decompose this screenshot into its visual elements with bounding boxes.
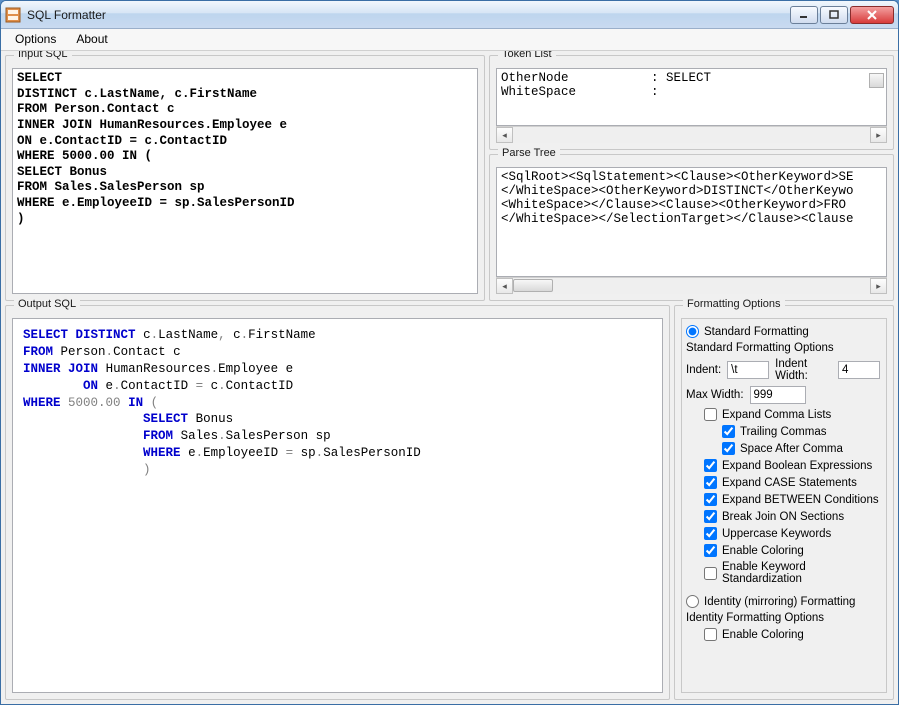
minimize-button[interactable] <box>790 6 818 24</box>
chk-kw-standardization[interactable] <box>704 567 717 580</box>
parsetree-h-scrollbar[interactable]: ◂ ▸ <box>496 277 887 294</box>
radio-standard-formatting[interactable] <box>686 325 699 338</box>
chk-expand-comma[interactable] <box>704 408 717 421</box>
pad1 <box>569 71 652 85</box>
expand-between-label: Expand BETWEEN Conditions <box>722 494 879 506</box>
indent-input[interactable] <box>727 361 769 379</box>
formatting-options-legend: Formatting Options <box>683 298 785 310</box>
chk-identity-coloring[interactable] <box>704 628 717 641</box>
token-row1-val: : SELECT <box>651 71 711 85</box>
token-list-legend: Token List <box>498 51 556 60</box>
chk-uppercase-kw[interactable] <box>704 527 717 540</box>
maximize-button[interactable] <box>820 6 848 24</box>
radio-identity-formatting[interactable] <box>686 595 699 608</box>
options-scroll[interactable]: Standard Formatting Standard Formatting … <box>681 318 887 693</box>
window-title: SQL Formatter <box>27 8 790 22</box>
content-area: Input SQL SELECT DISTINCT c.LastName, c.… <box>1 51 898 704</box>
parse-tree-panel: Parse Tree <SqlRoot><SqlStatement><Claus… <box>489 154 894 301</box>
indent-label: Indent: <box>686 364 721 376</box>
parse-tree-body[interactable]: <SqlRoot><SqlStatement><Clause><OtherKey… <box>496 167 887 277</box>
parse-tree-text: <SqlRoot><SqlStatement><Clause><OtherKey… <box>501 170 854 226</box>
identity-formatting-label: Identity (mirroring) Formatting <box>704 596 855 608</box>
token-row2-key: WhiteSpace <box>501 85 576 99</box>
max-width-label: Max Width: <box>686 389 744 401</box>
token-row2-val: : <box>651 85 659 99</box>
tokenlist-h-scrollbar[interactable]: ◂ ▸ <box>496 126 887 143</box>
scroll-left-icon[interactable]: ◂ <box>496 278 513 294</box>
pad2 <box>576 85 651 99</box>
token-list-panel: Token List OtherNode : SELECT WhiteSpace… <box>489 55 894 150</box>
menubar: Options About <box>1 29 898 51</box>
token-row1-key: OtherNode <box>501 71 569 85</box>
max-width-input[interactable] <box>750 386 806 404</box>
chk-break-join[interactable] <box>704 510 717 523</box>
expand-bool-label: Expand Boolean Expressions <box>722 460 872 472</box>
indent-width-label: Indent Width: <box>775 358 832 382</box>
window-buttons <box>790 6 894 24</box>
identity-coloring-label: Enable Coloring <box>722 629 804 641</box>
menu-options[interactable]: Options <box>5 29 66 50</box>
indent-width-input[interactable] <box>838 361 880 379</box>
kw-standardization-label: Enable Keyword Standardization <box>722 561 880 585</box>
close-button[interactable] <box>850 6 894 24</box>
chk-space-after-comma[interactable] <box>722 442 735 455</box>
scroll-right-icon[interactable]: ▸ <box>870 127 887 143</box>
chk-expand-bool[interactable] <box>704 459 717 472</box>
input-sql-legend: Input SQL <box>14 51 72 60</box>
scroll-left-icon[interactable]: ◂ <box>496 127 513 143</box>
input-sql-text: SELECT DISTINCT c.LastName, c.FirstName … <box>17 71 295 226</box>
titlebar[interactable]: SQL Formatter <box>1 1 898 29</box>
scroll-track[interactable] <box>513 127 870 143</box>
output-sql-legend: Output SQL <box>14 298 80 310</box>
scroll-right-icon[interactable]: ▸ <box>870 278 887 294</box>
parse-tree-legend: Parse Tree <box>498 147 560 159</box>
token-list-body[interactable]: OtherNode : SELECT WhiteSpace : <box>496 68 887 126</box>
chk-expand-between[interactable] <box>704 493 717 506</box>
scroll-track[interactable] <box>513 278 870 294</box>
menu-about[interactable]: About <box>66 29 117 50</box>
trailing-commas-label: Trailing Commas <box>740 426 826 438</box>
output-sql-textarea[interactable]: SELECT DISTINCT c.LastName, c.FirstName … <box>12 318 663 693</box>
uppercase-kw-label: Uppercase Keywords <box>722 528 831 540</box>
standard-formatting-label: Standard Formatting <box>704 326 809 338</box>
input-sql-panel: Input SQL SELECT DISTINCT c.LastName, c.… <box>5 55 485 301</box>
output-sql-panel: Output SQL SELECT DISTINCT c.LastName, c… <box>5 305 670 700</box>
chk-enable-coloring[interactable] <box>704 544 717 557</box>
space-after-comma-label: Space After Comma <box>740 443 843 455</box>
chk-trailing-commas[interactable] <box>722 425 735 438</box>
app-icon <box>5 7 21 23</box>
break-join-label: Break Join ON Sections <box>722 511 844 523</box>
enable-coloring-label: Enable Coloring <box>722 545 804 557</box>
formatting-options-panel: Formatting Options Standard Formatting S… <box>674 305 894 700</box>
standard-options-header: Standard Formatting Options <box>686 340 880 356</box>
input-sql-textarea[interactable]: SELECT DISTINCT c.LastName, c.FirstName … <box>12 68 478 294</box>
app-window: SQL Formatter Options About Input SQL SE… <box>0 0 899 705</box>
expand-case-label: Expand CASE Statements <box>722 477 857 489</box>
tokenlist-scroll-thumb[interactable] <box>869 73 884 88</box>
chk-expand-case[interactable] <box>704 476 717 489</box>
expand-comma-label: Expand Comma Lists <box>722 409 831 421</box>
identity-options-header: Identity Formatting Options <box>686 610 880 626</box>
scroll-thumb[interactable] <box>513 279 553 292</box>
